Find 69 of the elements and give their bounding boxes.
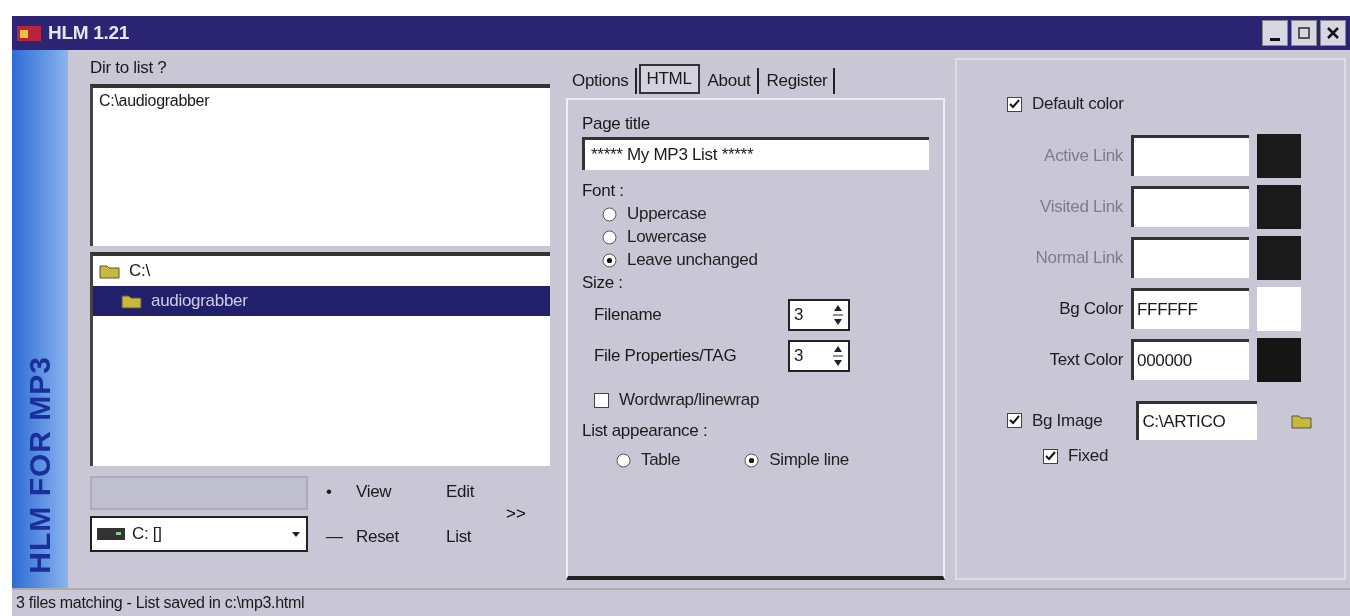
dir-label: Dir to list ? <box>90 58 168 78</box>
tree-item[interactable]: audiograbber <box>93 286 550 316</box>
radio-button[interactable] <box>602 206 617 222</box>
radio-button[interactable] <box>602 252 617 268</box>
app-icon <box>16 23 42 43</box>
field-label: Page title <box>582 114 651 134</box>
color-label: Visited Link <box>1038 196 1123 217</box>
maximize-icon <box>1298 27 1310 39</box>
close-button[interactable] <box>1320 20 1346 46</box>
radio-button[interactable] <box>616 452 631 468</box>
radio-button[interactable] <box>744 452 760 468</box>
dir-list-field[interactable]: C:\audiograbber <box>90 84 550 246</box>
tab[interactable]: Options <box>566 68 637 94</box>
spin-field[interactable]: 3 <box>788 340 850 372</box>
checkbox[interactable] <box>1043 448 1058 464</box>
radio-label: Uppercase <box>627 204 707 224</box>
page-title-field[interactable]: ***** My MP3 List ***** <box>582 137 929 170</box>
action-mark: • <box>326 481 333 502</box>
action-link[interactable]: List <box>446 526 496 547</box>
color-field[interactable] <box>1131 135 1249 176</box>
color-label: Bg Color <box>1058 298 1123 319</box>
color-field[interactable]: 000000 <box>1131 339 1249 380</box>
folder-icon <box>121 293 143 309</box>
checkbox-label: Fixed <box>1068 446 1109 466</box>
color-swatch[interactable] <box>1257 286 1301 331</box>
section-label: Size : <box>582 273 624 293</box>
radio-label: Table <box>641 450 681 470</box>
drive-dropdown[interactable]: C: [] <box>90 516 308 552</box>
checkbox-label: Default color <box>1032 94 1124 114</box>
size-label: Filename <box>594 305 663 325</box>
maximize-button[interactable] <box>1291 20 1317 46</box>
tab[interactable]: Register <box>760 68 836 94</box>
action-link[interactable]: View <box>356 481 446 502</box>
color-field[interactable] <box>1131 237 1249 278</box>
tree-item[interactable]: C:\ <box>93 256 550 286</box>
window-title: HLM 1.21 <box>48 22 129 44</box>
minimize-button[interactable] <box>1262 20 1288 46</box>
minimize-icon <box>1270 37 1280 41</box>
size-label: File Properties/TAG <box>594 346 738 366</box>
color-swatch[interactable] <box>1257 337 1301 382</box>
checkbox[interactable] <box>1007 96 1022 112</box>
color-field[interactable] <box>1131 186 1249 227</box>
radio-label: Simple line <box>769 450 849 470</box>
bg-image-field[interactable]: C:\ARTICO <box>1136 401 1258 440</box>
color-label: Text Color <box>1048 349 1123 370</box>
close-icon <box>1327 27 1339 39</box>
color-label: Normal Link <box>1034 247 1123 268</box>
folder-icon <box>99 263 121 279</box>
section-label: List appearance : <box>582 421 709 441</box>
drive-icon <box>96 527 126 541</box>
more-button[interactable]: >> <box>496 504 536 524</box>
status-text: 3 files matching - List saved in c:\mp3.html <box>16 594 305 612</box>
tab[interactable]: About <box>701 68 759 94</box>
color-label: Active Link <box>1043 145 1123 166</box>
checkbox-label: Wordwrap/linewrap <box>619 390 760 410</box>
checkbox[interactable] <box>594 392 609 408</box>
action-mark: — <box>326 526 344 547</box>
tab[interactable]: HTML <box>638 64 700 94</box>
radio-label: Leave unchanged <box>627 250 758 270</box>
action-link[interactable]: Edit <box>446 481 496 502</box>
spin-field[interactable]: 3 <box>788 299 850 331</box>
logo-text: HLM FOR MP3 <box>22 356 57 574</box>
section-label: Font : <box>582 181 625 201</box>
radio-label: Lowercase <box>627 227 707 247</box>
action-link[interactable]: Reset <box>356 526 446 547</box>
checkbox-label: Bg Image <box>1032 410 1103 431</box>
checkbox[interactable] <box>1007 413 1022 428</box>
radio-button[interactable] <box>602 229 617 245</box>
color-field[interactable]: FFFFFF <box>1131 288 1249 329</box>
